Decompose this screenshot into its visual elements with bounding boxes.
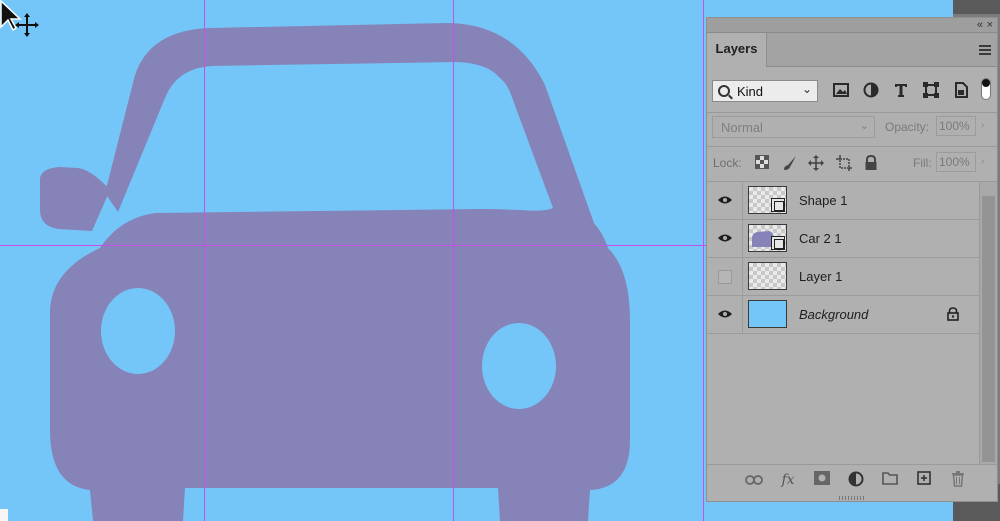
- vertical-guide[interactable]: [453, 0, 454, 521]
- layer-row-background[interactable]: Background: [707, 296, 979, 334]
- panel-resize-grip[interactable]: [839, 496, 865, 500]
- layers-panel: « × Layers Kind ⌄ Normal ⌄ Opacity: 100%…: [706, 17, 998, 502]
- blend-mode-select[interactable]: Normal ⌄: [712, 116, 875, 138]
- shape-filter-icon[interactable]: [921, 81, 941, 101]
- eye-icon: [718, 310, 732, 318]
- layer-row-car-2-1[interactable]: Car 2 1: [707, 220, 979, 258]
- search-icon: [718, 85, 730, 97]
- opacity-dropdown-icon[interactable]: ›: [981, 120, 984, 131]
- chevron-down-icon: ⌄: [801, 82, 812, 96]
- opacity-input[interactable]: 100%: [936, 116, 976, 136]
- panel-tab-bar: Layers: [707, 33, 997, 67]
- layer-name: Background: [799, 307, 869, 322]
- layer-style-fx-icon[interactable]: fx: [779, 471, 797, 489]
- scrollbar-thumb[interactable]: [982, 196, 995, 462]
- new-group-folder-icon[interactable]: [881, 471, 899, 489]
- filter-toggle-switch[interactable]: [981, 78, 991, 100]
- add-mask-icon[interactable]: [813, 471, 831, 489]
- layer-row-layer-1[interactable]: Layer 1: [707, 258, 979, 296]
- opacity-label: Opacity:: [885, 120, 930, 134]
- vector-mask-icon: [771, 198, 785, 212]
- lock-icon[interactable]: [947, 307, 959, 321]
- layer-thumbnail: [748, 262, 787, 290]
- lock-image-pixels-icon[interactable]: [781, 155, 799, 173]
- eye-icon: [718, 196, 732, 204]
- layer-thumbnail: [748, 300, 787, 328]
- filter-kind-select[interactable]: Kind ⌄: [712, 80, 818, 102]
- layer-name: Shape 1: [799, 193, 848, 208]
- type-filter-icon[interactable]: [891, 81, 911, 101]
- lock-label: Lock:: [713, 156, 742, 170]
- vertical-guide[interactable]: [204, 0, 205, 521]
- delete-layer-icon[interactable]: [949, 471, 967, 489]
- lock-transparent-pixels-icon[interactable]: [753, 155, 771, 173]
- layer-thumbnail: [748, 186, 787, 214]
- new-layer-icon[interactable]: [915, 471, 933, 489]
- layers-list: Shape 1 Car 2 1 Layer 1 Background: [707, 182, 979, 464]
- canvas-edge: [0, 509, 8, 521]
- visibility-toggle[interactable]: [707, 258, 743, 295]
- layer-name: Layer 1: [799, 269, 843, 284]
- blend-row: Normal ⌄ Opacity: 100% ›: [707, 113, 997, 147]
- layer-thumbnail: [748, 224, 787, 252]
- lock-position-icon[interactable]: [807, 155, 825, 173]
- panel-title-bar[interactable]: « ×: [707, 18, 997, 33]
- fill-dropdown-icon[interactable]: ›: [981, 156, 984, 167]
- visibility-toggle[interactable]: [707, 182, 743, 219]
- layers-scrollbar[interactable]: [979, 182, 997, 464]
- lock-all-icon[interactable]: [862, 154, 880, 173]
- close-panel-icon[interactable]: ×: [987, 18, 993, 32]
- chevron-down-icon: ⌄: [859, 120, 869, 132]
- collapse-panel-icon[interactable]: «: [977, 18, 983, 32]
- link-layers-icon[interactable]: [745, 471, 763, 489]
- layers-bottom-toolbar: fx: [707, 464, 997, 495]
- new-adjustment-layer-icon[interactable]: [847, 471, 865, 489]
- vector-mask-icon: [771, 236, 785, 250]
- layer-name: Car 2 1: [799, 231, 842, 246]
- image-filter-icon[interactable]: [831, 81, 851, 101]
- visibility-toggle[interactable]: [707, 220, 743, 257]
- smart-object-filter-icon[interactable]: [951, 81, 971, 101]
- hidden-visibility-box: [718, 270, 732, 284]
- vertical-guide[interactable]: [703, 0, 704, 521]
- layer-filter-row: Kind ⌄: [707, 68, 997, 113]
- layer-row-shape-1[interactable]: Shape 1: [707, 182, 979, 220]
- lock-row: Lock: Fill: 100% ›: [707, 147, 997, 182]
- panel-menu-icon[interactable]: [979, 45, 991, 55]
- filter-kind-value: Kind: [737, 84, 764, 99]
- tab-layers[interactable]: Layers: [707, 33, 767, 67]
- fill-input[interactable]: 100%: [936, 152, 976, 172]
- fill-label: Fill:: [913, 156, 932, 170]
- lock-artboard-icon[interactable]: [835, 155, 853, 173]
- adjustment-filter-icon[interactable]: [861, 81, 881, 101]
- eye-icon: [718, 234, 732, 242]
- blend-mode-value: Normal: [721, 120, 763, 135]
- visibility-toggle[interactable]: [707, 296, 743, 333]
- move-cursor-icon: [0, 0, 39, 37]
